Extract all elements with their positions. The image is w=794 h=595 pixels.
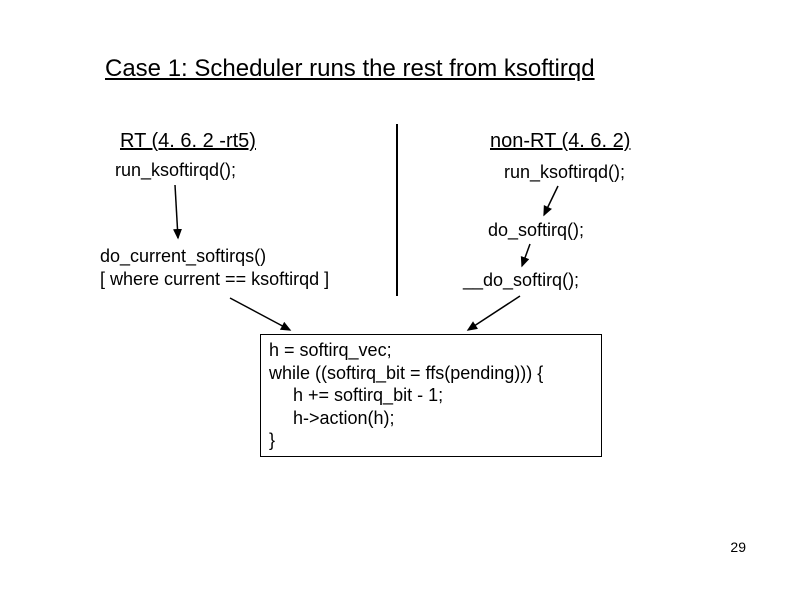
rt-call2-line2: [ where current == ksoftirqd ]	[100, 268, 329, 291]
nonrt-run-ksoftirqd: run_ksoftirqd();	[504, 162, 625, 183]
rt-heading: RT (4. 6. 2 -rt5)	[120, 130, 256, 153]
vertical-divider	[396, 124, 398, 296]
code-line-2: while ((softirq_bit = ffs(pending))) {	[269, 362, 593, 385]
page-number: 29	[730, 539, 746, 555]
code-line-3: h += softirq_bit - 1;	[269, 384, 593, 407]
arrows-layer	[0, 0, 794, 595]
nonrt-heading: non-RT (4. 6. 2)	[490, 130, 630, 153]
code-line-4: h->action(h);	[269, 407, 593, 430]
code-line-1: h = softirq_vec;	[269, 339, 593, 362]
rt-run-ksoftirqd: run_ksoftirqd();	[115, 160, 236, 181]
code-line-5: }	[269, 429, 593, 452]
code-box: h = softirq_vec; while ((softirq_bit = f…	[260, 334, 602, 457]
nonrt-do-softirq: do_softirq();	[488, 220, 584, 241]
slide-title: Case 1: Scheduler runs the rest from kso…	[105, 55, 595, 83]
nonrt-do-softirq-internal: __do_softirq();	[463, 270, 579, 291]
rt-call2-line1: do_current_softirqs()	[100, 246, 266, 266]
rt-do-current-softirqs: do_current_softirqs() [ where current ==…	[100, 245, 329, 290]
